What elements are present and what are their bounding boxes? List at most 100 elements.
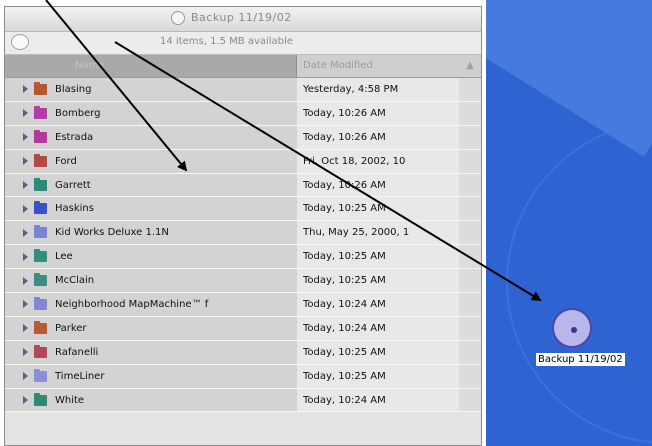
disclosure-triangle-icon[interactable] bbox=[23, 348, 28, 357]
disclosure-triangle-icon[interactable] bbox=[23, 396, 28, 405]
item-name: Lee bbox=[55, 251, 73, 263]
disclosure-triangle-icon[interactable] bbox=[23, 252, 28, 261]
list-item[interactable]: Neighborhood MapMachine™ f Today, 10:24 … bbox=[5, 293, 481, 317]
disclosure-triangle-icon[interactable] bbox=[23, 181, 28, 189]
desktop bbox=[486, 0, 652, 446]
list-item[interactable]: Blasing Yesterday, 4:58 PM bbox=[5, 78, 481, 102]
disclosure-triangle-icon[interactable] bbox=[23, 204, 28, 213]
finder-window[interactable]: Backup 11/19/02 14 items, 1.5 MB availab… bbox=[4, 6, 482, 446]
item-name: Neighborhood MapMachine™ f bbox=[55, 298, 209, 310]
scrollbar-track[interactable] bbox=[459, 78, 481, 101]
folder-icon bbox=[34, 392, 47, 406]
list-item[interactable]: TimeLiner Today, 10:25 AM bbox=[5, 364, 481, 389]
date-modified-cell: Fri, Oct 18, 2002, 10 bbox=[297, 149, 459, 173]
list-item[interactable]: Ford Fri, Oct 18, 2002, 10 bbox=[5, 149, 481, 174]
name-cell[interactable]: Rafanelli bbox=[5, 340, 297, 364]
list-header: Name Date Modified ▲ bbox=[5, 55, 481, 78]
disclosure-triangle-icon[interactable] bbox=[23, 228, 28, 237]
list-item[interactable]: Kid Works Deluxe 1.1N Thu, May 25, 2000,… bbox=[5, 221, 481, 246]
name-cell[interactable]: Parker bbox=[5, 316, 297, 340]
scrollbar-track[interactable] bbox=[459, 173, 481, 197]
name-cell[interactable]: Garrett bbox=[5, 173, 297, 197]
scrollbar-track[interactable] bbox=[459, 197, 481, 221]
folder-icon bbox=[34, 81, 47, 95]
scrollbar-track[interactable] bbox=[459, 269, 481, 293]
date-modified-cell: Today, 10:25 AM bbox=[297, 245, 459, 269]
date-modified-cell: Today, 10:24 AM bbox=[297, 388, 459, 412]
scrollbar-track[interactable] bbox=[459, 388, 481, 412]
scrollbar-track[interactable] bbox=[459, 316, 481, 340]
item-name: White bbox=[55, 394, 85, 406]
name-cell[interactable]: Estrada bbox=[5, 125, 297, 149]
date-modified-cell: Today, 10:24 AM bbox=[297, 293, 459, 316]
list-item[interactable]: McClain Today, 10:25 AM bbox=[5, 269, 481, 294]
folder-icon bbox=[34, 320, 47, 334]
scrollbar-track[interactable] bbox=[459, 221, 481, 245]
disclosure-triangle-icon[interactable] bbox=[23, 372, 28, 381]
window-titlebar[interactable]: Backup 11/19/02 bbox=[5, 7, 481, 32]
date-modified-cell: Today, 10:26 AM bbox=[297, 173, 459, 197]
date-modified-cell: Today, 10:24 AM bbox=[297, 316, 459, 340]
scrollbar-track[interactable] bbox=[459, 245, 481, 269]
disk-icon bbox=[11, 34, 29, 50]
list-item[interactable]: Parker Today, 10:24 AM bbox=[5, 316, 481, 341]
disclosure-triangle-icon[interactable] bbox=[23, 157, 28, 166]
date-modified-cell: Today, 10:25 AM bbox=[297, 269, 459, 293]
item-name: Blasing bbox=[55, 83, 92, 95]
item-name: Haskins bbox=[55, 203, 94, 215]
scrollbar-track[interactable] bbox=[459, 125, 481, 149]
disk-label[interactable]: Backup 11/19/02 bbox=[536, 353, 625, 366]
name-cell[interactable]: Ford bbox=[5, 149, 297, 173]
list-item[interactable]: Rafanelli Today, 10:25 AM bbox=[5, 340, 481, 365]
name-cell[interactable]: Haskins bbox=[5, 197, 297, 221]
item-name: TimeLiner bbox=[55, 370, 105, 382]
name-cell[interactable]: Bomberg bbox=[5, 101, 297, 125]
item-name: Estrada bbox=[55, 131, 94, 143]
name-cell[interactable]: Blasing bbox=[5, 78, 297, 101]
items-available-text: 14 items, 1.5 MB available bbox=[160, 36, 293, 47]
disk-icon[interactable] bbox=[552, 308, 592, 348]
date-modified-cell: Today, 10:25 AM bbox=[297, 340, 459, 364]
list-item[interactable]: Bomberg Today, 10:26 AM bbox=[5, 101, 481, 126]
disclosure-triangle-icon[interactable] bbox=[23, 300, 28, 309]
name-cell[interactable]: Kid Works Deluxe 1.1N bbox=[5, 221, 297, 245]
disk-icon bbox=[171, 11, 185, 25]
window-title: Backup 11/19/02 bbox=[191, 11, 292, 24]
item-name: Garrett bbox=[55, 179, 91, 191]
disclosure-triangle-icon[interactable] bbox=[23, 276, 28, 285]
scrollbar-track[interactable] bbox=[459, 293, 481, 316]
folder-icon bbox=[34, 129, 47, 143]
column-header-name[interactable]: Name bbox=[5, 55, 297, 77]
scrollbar-track[interactable] bbox=[459, 364, 481, 388]
backup-disk-desktop-icon[interactable]: Backup 11/19/02 bbox=[536, 308, 640, 378]
date-modified-cell: Today, 10:26 AM bbox=[297, 101, 459, 125]
sort-direction-button[interactable]: ▲ bbox=[459, 55, 481, 77]
column-header-date-modified[interactable]: Date Modified bbox=[297, 55, 459, 77]
list-item[interactable]: Estrada Today, 10:26 AM bbox=[5, 125, 481, 150]
folder-icon bbox=[34, 225, 47, 239]
folder-icon bbox=[34, 249, 47, 263]
list-item[interactable]: Haskins Today, 10:25 AM bbox=[5, 197, 481, 222]
disclosure-triangle-icon[interactable] bbox=[23, 133, 28, 142]
list-item[interactable]: White Today, 10:24 AM bbox=[5, 388, 481, 413]
file-list: Blasing Yesterday, 4:58 PM Bomberg Today… bbox=[5, 78, 481, 413]
scrollbar-track[interactable] bbox=[459, 101, 481, 125]
folder-icon bbox=[34, 344, 47, 358]
disclosure-triangle-icon[interactable] bbox=[23, 85, 28, 94]
folder-icon bbox=[34, 368, 47, 382]
disclosure-triangle-icon[interactable] bbox=[23, 324, 28, 333]
name-cell[interactable]: McClain bbox=[5, 269, 297, 293]
name-cell[interactable]: TimeLiner bbox=[5, 364, 297, 388]
list-item[interactable]: Garrett Today, 10:26 AM bbox=[5, 173, 481, 198]
list-item[interactable]: Lee Today, 10:25 AM bbox=[5, 245, 481, 270]
disclosure-triangle-icon[interactable] bbox=[23, 109, 28, 118]
date-modified-cell: Yesterday, 4:58 PM bbox=[297, 78, 459, 101]
name-cell[interactable]: White bbox=[5, 388, 297, 412]
name-cell[interactable]: Lee bbox=[5, 245, 297, 269]
item-name: Parker bbox=[55, 322, 87, 334]
folder-icon bbox=[34, 105, 47, 119]
scrollbar-track[interactable] bbox=[459, 340, 481, 364]
name-cell[interactable]: Neighborhood MapMachine™ f bbox=[5, 293, 297, 316]
scrollbar-track[interactable] bbox=[459, 149, 481, 173]
item-name: McClain bbox=[55, 275, 95, 287]
